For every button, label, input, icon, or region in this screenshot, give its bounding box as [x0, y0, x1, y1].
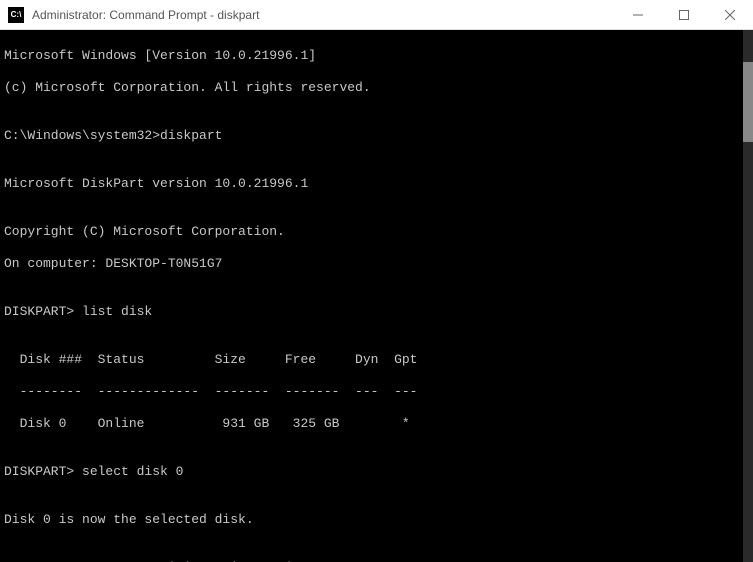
output-line: Microsoft Windows [Version 10.0.21996.1] — [4, 48, 749, 64]
close-button[interactable] — [707, 0, 753, 29]
titlebar[interactable]: C:\ Administrator: Command Prompt - disk… — [0, 0, 753, 30]
maximize-button[interactable] — [661, 0, 707, 29]
output-line: (c) Microsoft Corporation. All rights re… — [4, 80, 749, 96]
minimize-button[interactable] — [615, 0, 661, 29]
command-text: list disk — [82, 304, 152, 319]
command-text: select disk 0 — [82, 464, 183, 479]
terminal-area[interactable]: Microsoft Windows [Version 10.0.21996.1]… — [0, 30, 753, 562]
command-prompt-window: C:\ Administrator: Command Prompt - disk… — [0, 0, 753, 562]
scrollbar-thumb[interactable] — [743, 62, 753, 142]
output-line: Microsoft DiskPart version 10.0.21996.1 — [4, 176, 749, 192]
output-line: C:\Windows\system32>diskpart — [4, 128, 749, 144]
scrollbar[interactable] — [743, 30, 753, 562]
output-line: DISKPART> select disk 0 — [4, 464, 749, 480]
window-title: Administrator: Command Prompt - diskpart — [32, 8, 615, 22]
output-line: Disk 0 is now the selected disk. — [4, 512, 749, 528]
cmd-icon: C:\ — [8, 7, 24, 23]
table-divider: -------- ------------- ------- ------- -… — [4, 384, 749, 400]
output-line: Copyright (C) Microsoft Corporation. — [4, 224, 749, 240]
diskpart-prompt: DISKPART> — [4, 464, 82, 479]
window-controls — [615, 0, 753, 29]
table-row: Disk 0 Online 931 GB 325 GB * — [4, 416, 749, 432]
output-line: DISKPART> list disk — [4, 304, 749, 320]
diskpart-prompt: DISKPART> — [4, 304, 82, 319]
output-line: On computer: DESKTOP-T0N51G7 — [4, 256, 749, 272]
path-prompt: C:\Windows\system32> — [4, 128, 160, 143]
command-text: diskpart — [160, 128, 222, 143]
table-header: Disk ### Status Size Free Dyn Gpt — [4, 352, 749, 368]
